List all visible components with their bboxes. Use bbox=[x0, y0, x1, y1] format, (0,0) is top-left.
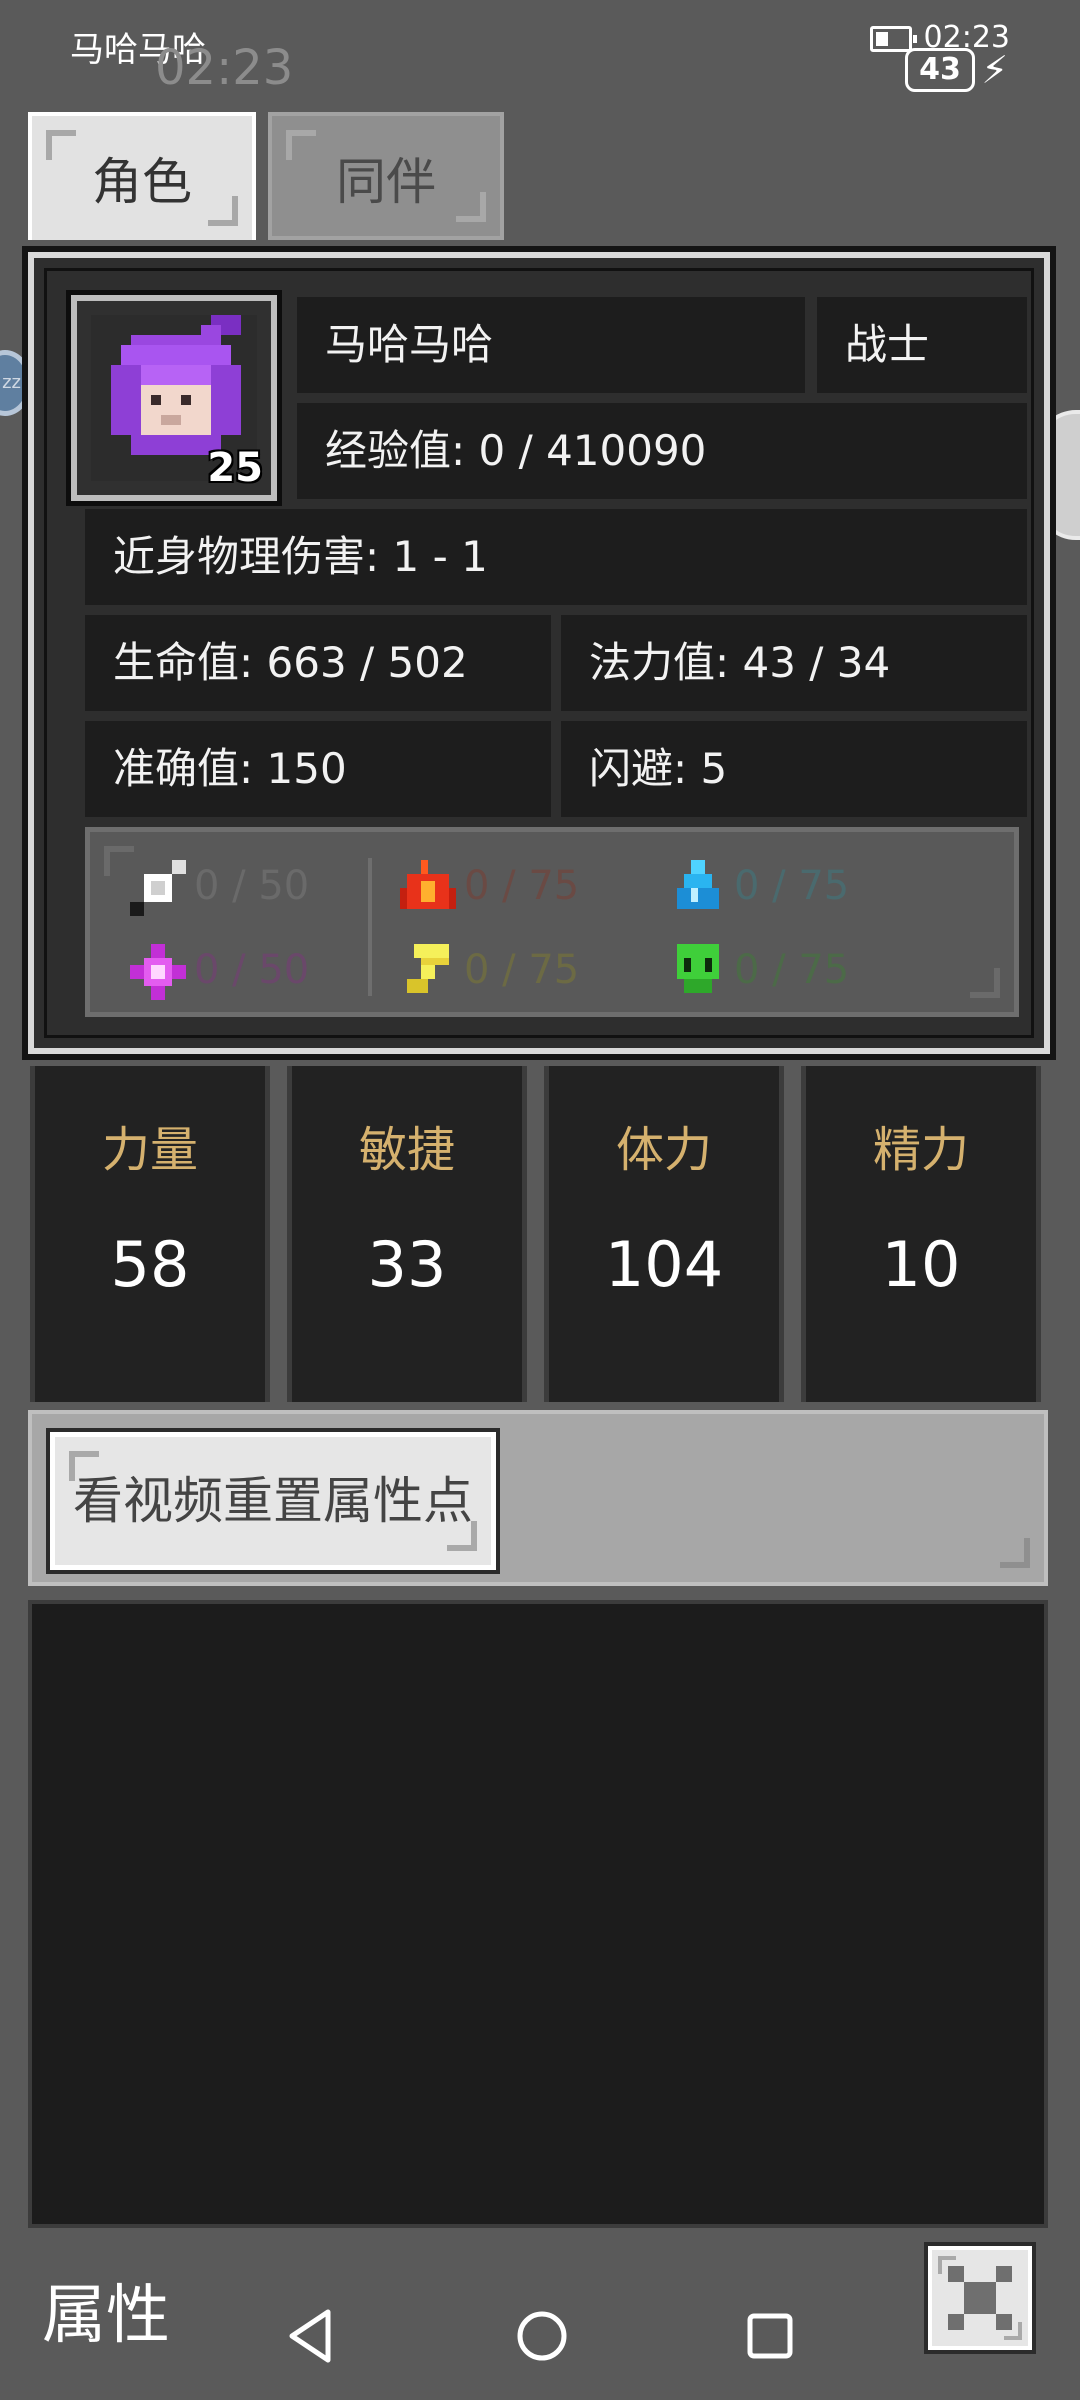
tab-character-label: 角色 bbox=[92, 153, 192, 211]
hp-value: 生命值: 663 / 502 bbox=[85, 615, 551, 711]
battery-icon bbox=[870, 26, 917, 52]
experience-value: 经验值: 0 / 410090 bbox=[297, 403, 1027, 499]
character-name: 马哈马哈 bbox=[297, 297, 805, 393]
attribute-value: 10 bbox=[881, 1228, 961, 1301]
accuracy-value: 准确值: 150 bbox=[85, 721, 551, 817]
attribute-energy[interactable]: 精力 10 bbox=[801, 1066, 1041, 1402]
attribute-label: 体力 bbox=[615, 1122, 712, 1178]
reset-attributes-label: 看视频重置属性点 bbox=[73, 1472, 473, 1530]
resist-lightning-value: 0 / 75 bbox=[464, 947, 580, 993]
water-drop-icon bbox=[677, 860, 719, 909]
attribute-label: 敏捷 bbox=[358, 1122, 455, 1178]
resist-fire: 0 / 75 bbox=[400, 854, 579, 918]
attribute-value: 58 bbox=[110, 1228, 190, 1301]
corner-decoration bbox=[970, 968, 1000, 998]
tab-companion-label: 同伴 bbox=[336, 153, 436, 211]
resist-poison-value: 0 / 75 bbox=[734, 947, 850, 993]
status-time-overlay: 02:23 bbox=[155, 40, 294, 96]
tab-companion[interactable]: 同伴 bbox=[268, 112, 504, 240]
corner-decoration bbox=[1000, 1538, 1030, 1568]
physical-shield-icon bbox=[130, 860, 186, 916]
character-panel: 25 马哈马哈 战士 经验值: 0 / 410090 近身物理伤害: 1 - 1… bbox=[22, 246, 1056, 1060]
resist-lightning: 0 / 75 bbox=[400, 938, 579, 1002]
nav-back-icon[interactable] bbox=[284, 2308, 336, 2364]
lightning-icon bbox=[407, 944, 449, 993]
attribute-value: 104 bbox=[604, 1228, 724, 1301]
poison-skull-icon bbox=[677, 944, 719, 993]
battery-level-badge: 43 bbox=[905, 48, 975, 92]
corner-decoration bbox=[447, 1521, 477, 1551]
window-title: 属性 bbox=[42, 2279, 170, 2353]
reset-panel: 看视频重置属性点 bbox=[28, 1410, 1048, 1586]
nav-recents-icon[interactable] bbox=[744, 2308, 796, 2364]
corner-decoration bbox=[1004, 2322, 1022, 2340]
corner-decoration bbox=[286, 130, 316, 160]
resist-physical: 0 / 50 bbox=[130, 854, 309, 918]
attribute-agility[interactable]: 敏捷 33 bbox=[287, 1066, 527, 1402]
content-panel bbox=[28, 1600, 1048, 2228]
resistance-panel: 0 / 50 0 / 75 0 / 75 0 / 50 0 / 75 0 / 7… bbox=[85, 827, 1019, 1017]
resist-poison: 0 / 75 bbox=[670, 938, 849, 1002]
resist-water-value: 0 / 75 bbox=[734, 863, 850, 909]
nav-home-icon[interactable] bbox=[514, 2308, 570, 2364]
charging-icon: ⚡ bbox=[981, 48, 1008, 92]
resist-arcane-value: 0 / 50 bbox=[194, 947, 310, 993]
mp-value: 法力值: 43 / 34 bbox=[561, 615, 1027, 711]
resist-physical-value: 0 / 50 bbox=[194, 863, 310, 909]
tab-character[interactable]: 角色 bbox=[28, 112, 256, 240]
corner-decoration bbox=[208, 196, 238, 226]
attribute-stamina[interactable]: 体力 104 bbox=[544, 1066, 784, 1402]
attribute-label: 精力 bbox=[872, 1122, 969, 1178]
arcane-star-icon bbox=[130, 944, 186, 1000]
level-badge: 25 bbox=[207, 445, 263, 491]
reset-attributes-button[interactable]: 看视频重置属性点 bbox=[46, 1428, 500, 1574]
attribute-value: 33 bbox=[367, 1228, 447, 1301]
resistance-divider bbox=[368, 858, 372, 996]
resist-fire-value: 0 / 75 bbox=[464, 863, 580, 909]
melee-damage: 近身物理伤害: 1 - 1 bbox=[85, 509, 1027, 605]
evasion-value: 闪避: 5 bbox=[561, 721, 1027, 817]
attribute-label: 力量 bbox=[101, 1122, 198, 1178]
attribute-strength[interactable]: 力量 58 bbox=[30, 1066, 270, 1402]
corner-decoration bbox=[69, 1451, 99, 1481]
close-button[interactable] bbox=[924, 2242, 1036, 2354]
avatar[interactable]: 25 bbox=[66, 290, 282, 506]
fire-icon bbox=[400, 860, 456, 909]
resist-arcane: 0 / 50 bbox=[130, 938, 309, 1002]
corner-decoration bbox=[46, 130, 76, 160]
character-class: 战士 bbox=[817, 297, 1027, 393]
resist-water: 0 / 75 bbox=[670, 854, 849, 918]
corner-decoration bbox=[456, 192, 486, 222]
